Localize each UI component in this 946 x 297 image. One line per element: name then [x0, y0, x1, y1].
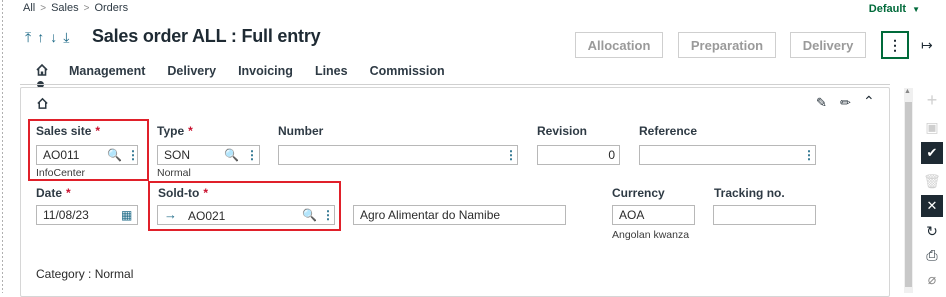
- date-input[interactable]: 11/08/23 ▦: [36, 205, 138, 225]
- number-input[interactable]: ⋮: [278, 145, 518, 165]
- kebab-icon[interactable]: ⋮: [246, 148, 258, 162]
- currency-value: AOA: [619, 208, 645, 222]
- home-tab-icon[interactable]: [35, 63, 49, 77]
- caret-down-icon: ▼: [912, 4, 920, 14]
- default-view-dropdown[interactable]: Default ▼: [869, 3, 920, 15]
- preparation-button[interactable]: Preparation: [678, 32, 776, 58]
- left-dotted-edge: [2, 0, 3, 293]
- tab-delivery[interactable]: Delivery: [167, 64, 216, 78]
- record-navigation: ⤒ ↑ ↓ ⤓: [25, 29, 69, 46]
- breadcrumb-orders[interactable]: Orders: [94, 2, 128, 14]
- cancel-x-icon[interactable]: ✕: [921, 195, 943, 217]
- search-icon[interactable]: 🔍: [224, 148, 239, 162]
- page-title: Sales order ALL : Full entry: [92, 26, 321, 46]
- more-actions-button[interactable]: ⋮: [881, 31, 909, 59]
- print-icon[interactable]: ⎙: [921, 244, 943, 266]
- type-input[interactable]: SON 🔍 ⋮: [157, 145, 260, 165]
- reference-input[interactable]: ⋮: [639, 145, 816, 165]
- tab-management[interactable]: Management: [69, 64, 145, 78]
- breadcrumb: All > Sales > Orders: [23, 2, 128, 14]
- tab-divider: [20, 84, 890, 85]
- pin-icon[interactable]: ✎: [816, 95, 827, 111]
- revision-value: 0: [608, 148, 615, 162]
- currency-input[interactable]: AOA: [612, 205, 695, 225]
- type-label-text: Type: [157, 124, 185, 138]
- first-record-icon[interactable]: ⤒: [25, 29, 31, 46]
- type-label: Type *: [157, 124, 193, 138]
- breadcrumb-sales[interactable]: Sales: [51, 2, 79, 14]
- tab-invoicing[interactable]: Invoicing: [238, 64, 293, 78]
- default-view-label: Default: [868, 3, 907, 15]
- attachment-icon[interactable]: ⌀: [921, 268, 943, 290]
- next-record-icon[interactable]: ↓: [50, 29, 57, 46]
- refresh-icon[interactable]: ↻: [921, 220, 943, 242]
- scroll-up-arrow-icon[interactable]: ▲: [904, 88, 911, 95]
- date-value: 11/08/23: [43, 208, 89, 222]
- tab-lines[interactable]: Lines: [315, 64, 348, 78]
- last-record-icon[interactable]: ⤓: [63, 29, 69, 46]
- sold-to-name: Agro Alimentar do Namibe: [360, 208, 501, 222]
- category-text: Category : Normal: [36, 267, 134, 281]
- allocation-button[interactable]: Allocation: [575, 32, 663, 58]
- breadcrumb-all[interactable]: All: [23, 2, 35, 14]
- kebab-icon: ⋮: [888, 36, 902, 53]
- previous-record-icon[interactable]: ↑: [37, 29, 44, 46]
- tracking-no-input[interactable]: [713, 205, 816, 225]
- delivery-button[interactable]: Delivery: [790, 32, 866, 58]
- revision-label: Revision: [537, 124, 588, 138]
- revision-input[interactable]: 0: [537, 145, 620, 165]
- sold-to-name-field: Agro Alimentar do Namibe: [353, 205, 566, 225]
- highlight-box-sold-to: [148, 181, 341, 231]
- section-home-icon: [37, 97, 48, 109]
- calendar-icon[interactable]: ▦: [121, 208, 132, 222]
- tracking-no-label: Tracking no.: [714, 186, 785, 200]
- tab-bar: Management Delivery Invoicing Lines Comm…: [69, 64, 467, 78]
- highlight-box-sales-site: [28, 119, 149, 181]
- add-icon[interactable]: +: [921, 89, 943, 111]
- save-icon[interactable]: ▣: [921, 116, 943, 138]
- type-description: Normal: [157, 167, 191, 179]
- tab-commission[interactable]: Commission: [370, 64, 445, 78]
- breadcrumb-separator: >: [83, 2, 90, 14]
- currency-description: Angolan kwanza: [612, 229, 690, 241]
- kebab-icon[interactable]: ⋮: [803, 148, 815, 162]
- date-label: Date *: [36, 186, 71, 200]
- kebab-icon[interactable]: ⋮: [505, 148, 517, 162]
- collapse-icon[interactable]: ⌃: [863, 93, 875, 110]
- edit-pencil-icon[interactable]: ✏: [840, 95, 851, 111]
- validate-check-icon[interactable]: ✔: [921, 142, 943, 164]
- exit-icon[interactable]: ↦: [921, 37, 933, 54]
- delete-icon[interactable]: 🗑: [921, 170, 943, 192]
- breadcrumb-separator: >: [40, 2, 47, 14]
- currency-label: Currency: [612, 186, 665, 200]
- number-label: Number: [278, 124, 324, 138]
- reference-label: Reference: [639, 124, 698, 138]
- type-value: SON: [164, 148, 191, 162]
- scrollbar-thumb[interactable]: [905, 102, 912, 287]
- date-label-text: Date: [36, 186, 63, 200]
